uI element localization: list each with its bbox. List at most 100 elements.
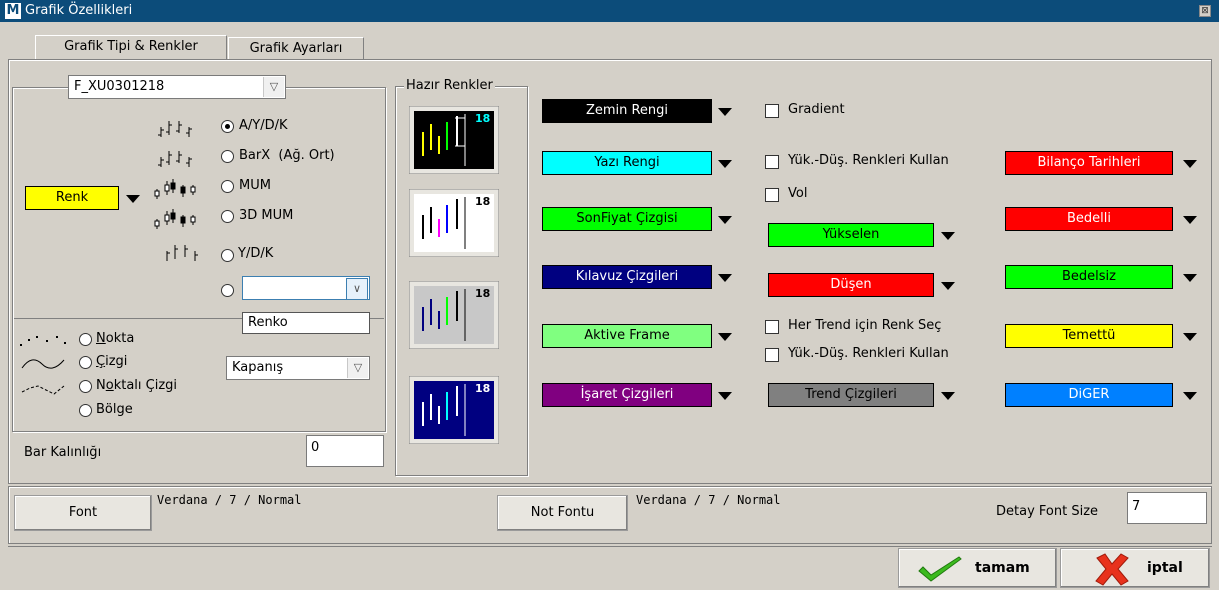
radio-ydk[interactable]: [221, 249, 234, 262]
color-button-label: Bilanço Tarihleri: [1037, 155, 1141, 170]
preset-theme-navy[interactable]: 18: [409, 376, 499, 444]
radio-label-cizgi: Çizgi: [96, 354, 127, 369]
divider: [8, 546, 1212, 547]
dropdown-arrow-icon[interactable]: [716, 324, 732, 348]
symbol-combo[interactable]: F_XU0301218 ▽: [68, 75, 286, 99]
color-button-label: Kılavuz Çizgileri: [575, 269, 679, 284]
chevron-down-icon[interactable]: ▽: [263, 77, 284, 97]
preset-number: 18: [475, 287, 490, 300]
color-button-sonfiyat-izgisi[interactable]: SonFiyat Çizgisi: [542, 207, 712, 231]
font-button[interactable]: Font: [14, 495, 152, 531]
cross-icon: [1095, 553, 1129, 586]
renk-button[interactable]: Renk: [25, 186, 119, 210]
bar-thickness-input[interactable]: 0: [306, 435, 384, 467]
dropdown-arrow-icon[interactable]: [716, 383, 732, 407]
color-button-label: SonFiyat Çizgisi: [576, 211, 678, 226]
radio-ayd-k[interactable]: [221, 120, 234, 133]
extra-type-combo[interactable]: ∨: [242, 276, 370, 300]
color-button-aktive-frame[interactable]: Aktive Frame: [542, 324, 712, 348]
note-font-button[interactable]: Not Fontu: [497, 495, 628, 531]
color-button-d-en[interactable]: Düşen: [768, 273, 934, 297]
label-pre: N: [96, 378, 106, 393]
window-title: Grafik Özellikleri: [25, 3, 133, 18]
vol-label: Vol: [788, 186, 808, 201]
color-button-bedelsiz[interactable]: Bedelsiz: [1005, 265, 1173, 289]
radio-cizgi[interactable]: [79, 356, 92, 369]
radio-label-3dmum: 3D MUM: [239, 208, 294, 223]
yuk-dus-checkbox-1[interactable]: [765, 155, 779, 169]
chevron-down-icon[interactable]: ∨: [346, 278, 368, 300]
radio-3d-mum[interactable]: [221, 210, 234, 223]
dropdown-arrow-icon[interactable]: [939, 383, 955, 407]
label-rest: ktalı Çizgi: [113, 378, 178, 393]
tab-grafik-tipi[interactable]: Grafik Tipi & Renkler: [35, 35, 227, 59]
dropdown-arrow-icon[interactable]: [939, 223, 955, 247]
vol-checkbox[interactable]: [765, 188, 779, 202]
mnemonic: o: [105, 378, 114, 393]
cancel-button[interactable]: iptal: [1060, 548, 1210, 588]
ok-button[interactable]: tamam: [898, 548, 1057, 588]
dropdown-arrow-icon[interactable]: [1181, 151, 1197, 175]
note-font-info: Verdana / 7 / Normal: [636, 493, 781, 507]
renk-dropdown-icon[interactable]: [124, 186, 140, 210]
preset-theme-gray[interactable]: 18: [409, 281, 499, 349]
label-rest: okta: [105, 331, 135, 346]
preset-theme-white[interactable]: 18: [409, 189, 499, 257]
color-button-temett-[interactable]: Temettü: [1005, 324, 1173, 348]
preset-number: 18: [475, 382, 490, 395]
radio-barx[interactable]: [221, 150, 234, 163]
color-button-bedelli[interactable]: Bedelli: [1005, 207, 1173, 231]
dropdown-arrow-icon[interactable]: [1181, 207, 1197, 231]
color-button-k-lavuz-izgileri[interactable]: Kılavuz Çizgileri: [542, 265, 712, 289]
color-button-label: Düşen: [830, 277, 872, 292]
color-button-label: Trend Çizgileri: [805, 387, 897, 402]
close-icon[interactable]: ⊠: [1199, 5, 1211, 17]
chevron-down-icon[interactable]: ▽: [347, 358, 368, 378]
color-button-trend-izgileri[interactable]: Trend Çizgileri: [768, 383, 934, 407]
color-button-bilan-o-tarihleri[interactable]: Bilanço Tarihleri: [1005, 151, 1173, 175]
color-button-label: Yazı Rengi: [594, 155, 660, 170]
detail-font-input[interactable]: 7: [1127, 492, 1207, 524]
renk-label: Renk: [55, 190, 89, 205]
yuk-dus-checkbox-2[interactable]: [765, 348, 779, 362]
radio-nokta[interactable]: [79, 333, 92, 346]
dropdown-arrow-icon[interactable]: [1181, 324, 1197, 348]
color-button-diger[interactable]: DiGER: [1005, 383, 1173, 407]
radio-extra[interactable]: [221, 284, 234, 297]
dropdown-arrow-icon[interactable]: [716, 207, 732, 231]
radio-noktali-cizgi[interactable]: [79, 380, 92, 393]
her-trend-checkbox[interactable]: [765, 320, 779, 334]
radio-label-ydk: Y/D/K: [238, 246, 274, 261]
gradient-checkbox[interactable]: [765, 104, 779, 118]
preset-number: 18: [475, 195, 490, 208]
radio-label-mum: MUM: [239, 178, 271, 193]
yuk-dus-label-2: Yük.-Düş. Renkleri Kullan: [788, 346, 949, 361]
color-button-label: İşaret Çizgileri: [580, 387, 674, 402]
dropdown-arrow-icon[interactable]: [1181, 265, 1197, 289]
color-button-y-kselen[interactable]: Yükselen: [768, 223, 934, 247]
radio-bolge[interactable]: [79, 404, 92, 417]
yuk-dus-label-1: Yük.-Düş. Renkleri Kullan: [788, 153, 949, 168]
label-rest: izgi: [105, 354, 128, 369]
her-trend-label: Her Trend için Renk Seç: [788, 318, 942, 333]
color-button-label: DiGER: [1068, 387, 1110, 402]
bar-thickness-value: 0: [311, 440, 320, 455]
radio-label-nokta: Nokta: [96, 331, 134, 346]
color-button-label: Bedelsiz: [1062, 269, 1116, 284]
radio-mum[interactable]: [221, 180, 234, 193]
symbol-value: F_XU0301218: [74, 79, 165, 94]
color-button-yaz-rengi[interactable]: Yazı Rengi: [542, 151, 712, 175]
color-button-zemin-rengi[interactable]: Zemin Rengi: [542, 99, 712, 123]
dropdown-item-renko[interactable]: Renko: [242, 312, 370, 334]
dropdown-arrow-icon[interactable]: [716, 99, 732, 123]
radio-label-noktali: Noktalı Çizgi: [96, 378, 177, 393]
line-source-combo[interactable]: Kapanış ▽: [226, 356, 370, 380]
preset-theme-black[interactable]: 18: [409, 106, 499, 174]
dropdown-arrow-icon[interactable]: [716, 265, 732, 289]
tab-grafik-ayarlari[interactable]: Grafik Ayarları: [228, 37, 364, 59]
dropdown-arrow-icon[interactable]: [716, 151, 732, 175]
dropdown-arrow-icon[interactable]: [1181, 383, 1197, 407]
color-button-i-aret-izgileri[interactable]: İşaret Çizgileri: [542, 383, 712, 407]
dropdown-arrow-icon[interactable]: [939, 273, 955, 297]
bar-thickness-label: Bar Kalınlığı: [24, 445, 102, 460]
